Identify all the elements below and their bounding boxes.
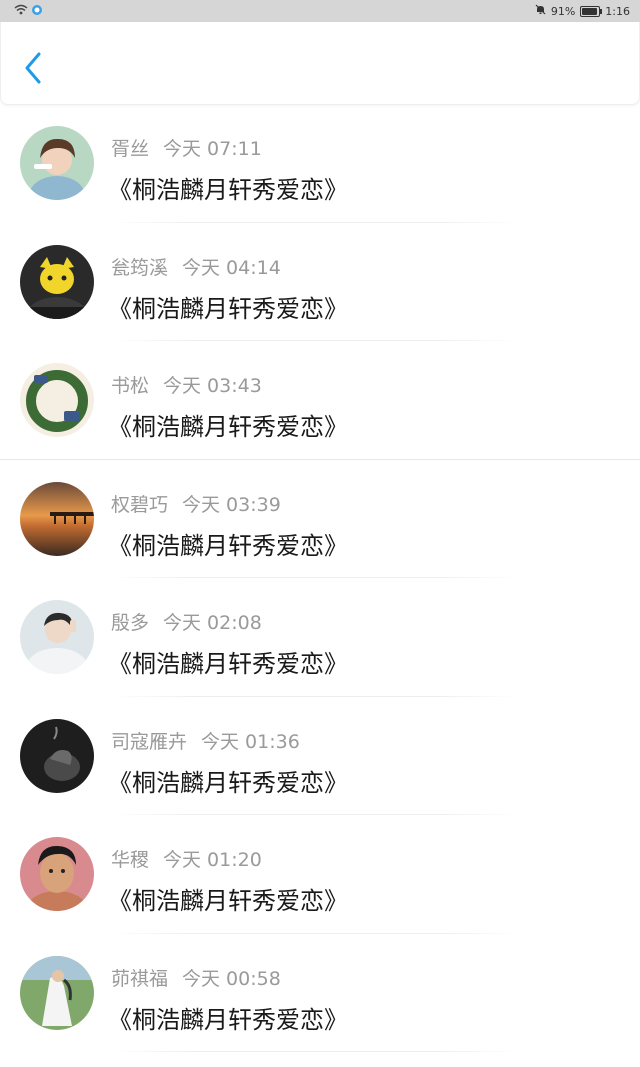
back-button[interactable] (19, 50, 49, 86)
avatar[interactable] (20, 955, 94, 1030)
comment-meta: 司寇雁卉 今天 01:36 (111, 727, 300, 754)
list-item[interactable]: 司寇雁卉 今天 01:36 《桐浩麟月轩秀爱恋》 (0, 697, 640, 815)
avatar[interactable] (20, 244, 94, 319)
comment-meta: 茆祺福 今天 00:58 (111, 964, 281, 991)
comment-meta: 权碧巧 今天 03:39 (111, 490, 281, 517)
comment-list: 胥丝 今天 07:11 《桐浩麟月轩秀爱恋》 瓮筠溪 今天 04:14 《桐浩麟月轩… (0, 104, 640, 1052)
avatar[interactable] (20, 363, 94, 437)
list-item[interactable]: 华稷 今天 01:20 《桐浩麟月轩秀爱恋》 (0, 815, 640, 934)
list-item[interactable]: 权碧巧 今天 03:39 《桐浩麟月轩秀爱恋》 (0, 460, 640, 578)
battery-percent: 91% (550, 4, 576, 18)
chevron-left-icon (25, 52, 41, 84)
list-item[interactable]: 书松 今天 03:43 《桐浩麟月轩秀爱恋》 (0, 341, 640, 460)
divider (110, 1051, 520, 1052)
list-item[interactable]: 茆祺福 今天 00:58 《桐浩麟月轩秀爱恋》 (0, 934, 640, 1052)
avatar[interactable] (20, 600, 94, 674)
user-name[interactable]: 茆祺福 (111, 968, 168, 990)
comment-text: 《桐浩麟月轩秀爱恋》 (108, 768, 348, 797)
status-time: 1:16 (605, 4, 630, 18)
status-bar: 91% 1:16 (0, 0, 640, 22)
wifi-icon (14, 4, 28, 18)
status-right: 91% 1:16 (535, 4, 630, 18)
comment-time: 今天 01:20 (163, 849, 262, 871)
comment-time: 今天 03:43 (163, 375, 262, 397)
battery-icon (580, 5, 603, 17)
comment-text: 《桐浩麟月轩秀爱恋》 (108, 887, 348, 915)
user-name[interactable]: 瓮筠溪 (111, 257, 168, 279)
comment-time: 今天 03:39 (182, 493, 281, 516)
comment-time: 今天 02:08 (163, 612, 262, 634)
comment-time: 今天 00:58 (182, 967, 281, 990)
comment-time: 今天 01:36 (201, 730, 300, 753)
comment-meta: 胥丝 今天 07:11 (111, 134, 262, 161)
cloud-icon (31, 4, 43, 18)
comment-text: 《桐浩麟月轩秀爱恋》 (108, 1005, 348, 1034)
comment-time: 今天 07:11 (163, 138, 262, 160)
list-item[interactable]: 瓮筠溪 今天 04:14 《桐浩麟月轩秀爱恋》 (0, 223, 640, 341)
avatar[interactable] (20, 718, 94, 793)
top-bar (0, 22, 640, 105)
avatar[interactable] (20, 481, 94, 556)
comment-text: 《桐浩麟月轩秀爱恋》 (108, 531, 348, 560)
user-name[interactable]: 司寇雁卉 (111, 731, 187, 753)
user-name[interactable]: 胥丝 (111, 138, 149, 160)
comment-meta: 华稷 今天 01:20 (111, 845, 262, 872)
comment-meta: 殷多 今天 02:08 (111, 608, 262, 635)
mute-bell-icon (535, 4, 546, 18)
avatar[interactable] (20, 837, 94, 911)
comment-text: 《桐浩麟月轩秀爱恋》 (108, 650, 348, 678)
list-item[interactable]: 胥丝 今天 07:11 《桐浩麟月轩秀爱恋》 (0, 104, 640, 223)
user-name[interactable]: 权碧巧 (111, 494, 168, 516)
user-name[interactable]: 华稷 (111, 849, 149, 871)
avatar[interactable] (20, 126, 94, 200)
list-item[interactable]: 殷多 今天 02:08 《桐浩麟月轩秀爱恋》 (0, 578, 640, 697)
comment-meta: 书松 今天 03:43 (111, 371, 262, 398)
status-left (14, 4, 43, 18)
comment-text: 《桐浩麟月轩秀爱恋》 (108, 413, 348, 441)
comment-text: 《桐浩麟月轩秀爱恋》 (108, 176, 348, 204)
user-name[interactable]: 书松 (111, 375, 149, 397)
comment-meta: 瓮筠溪 今天 04:14 (111, 253, 281, 280)
comment-time: 今天 04:14 (182, 256, 281, 279)
comment-text: 《桐浩麟月轩秀爱恋》 (108, 294, 348, 323)
user-name[interactable]: 殷多 (111, 612, 149, 634)
